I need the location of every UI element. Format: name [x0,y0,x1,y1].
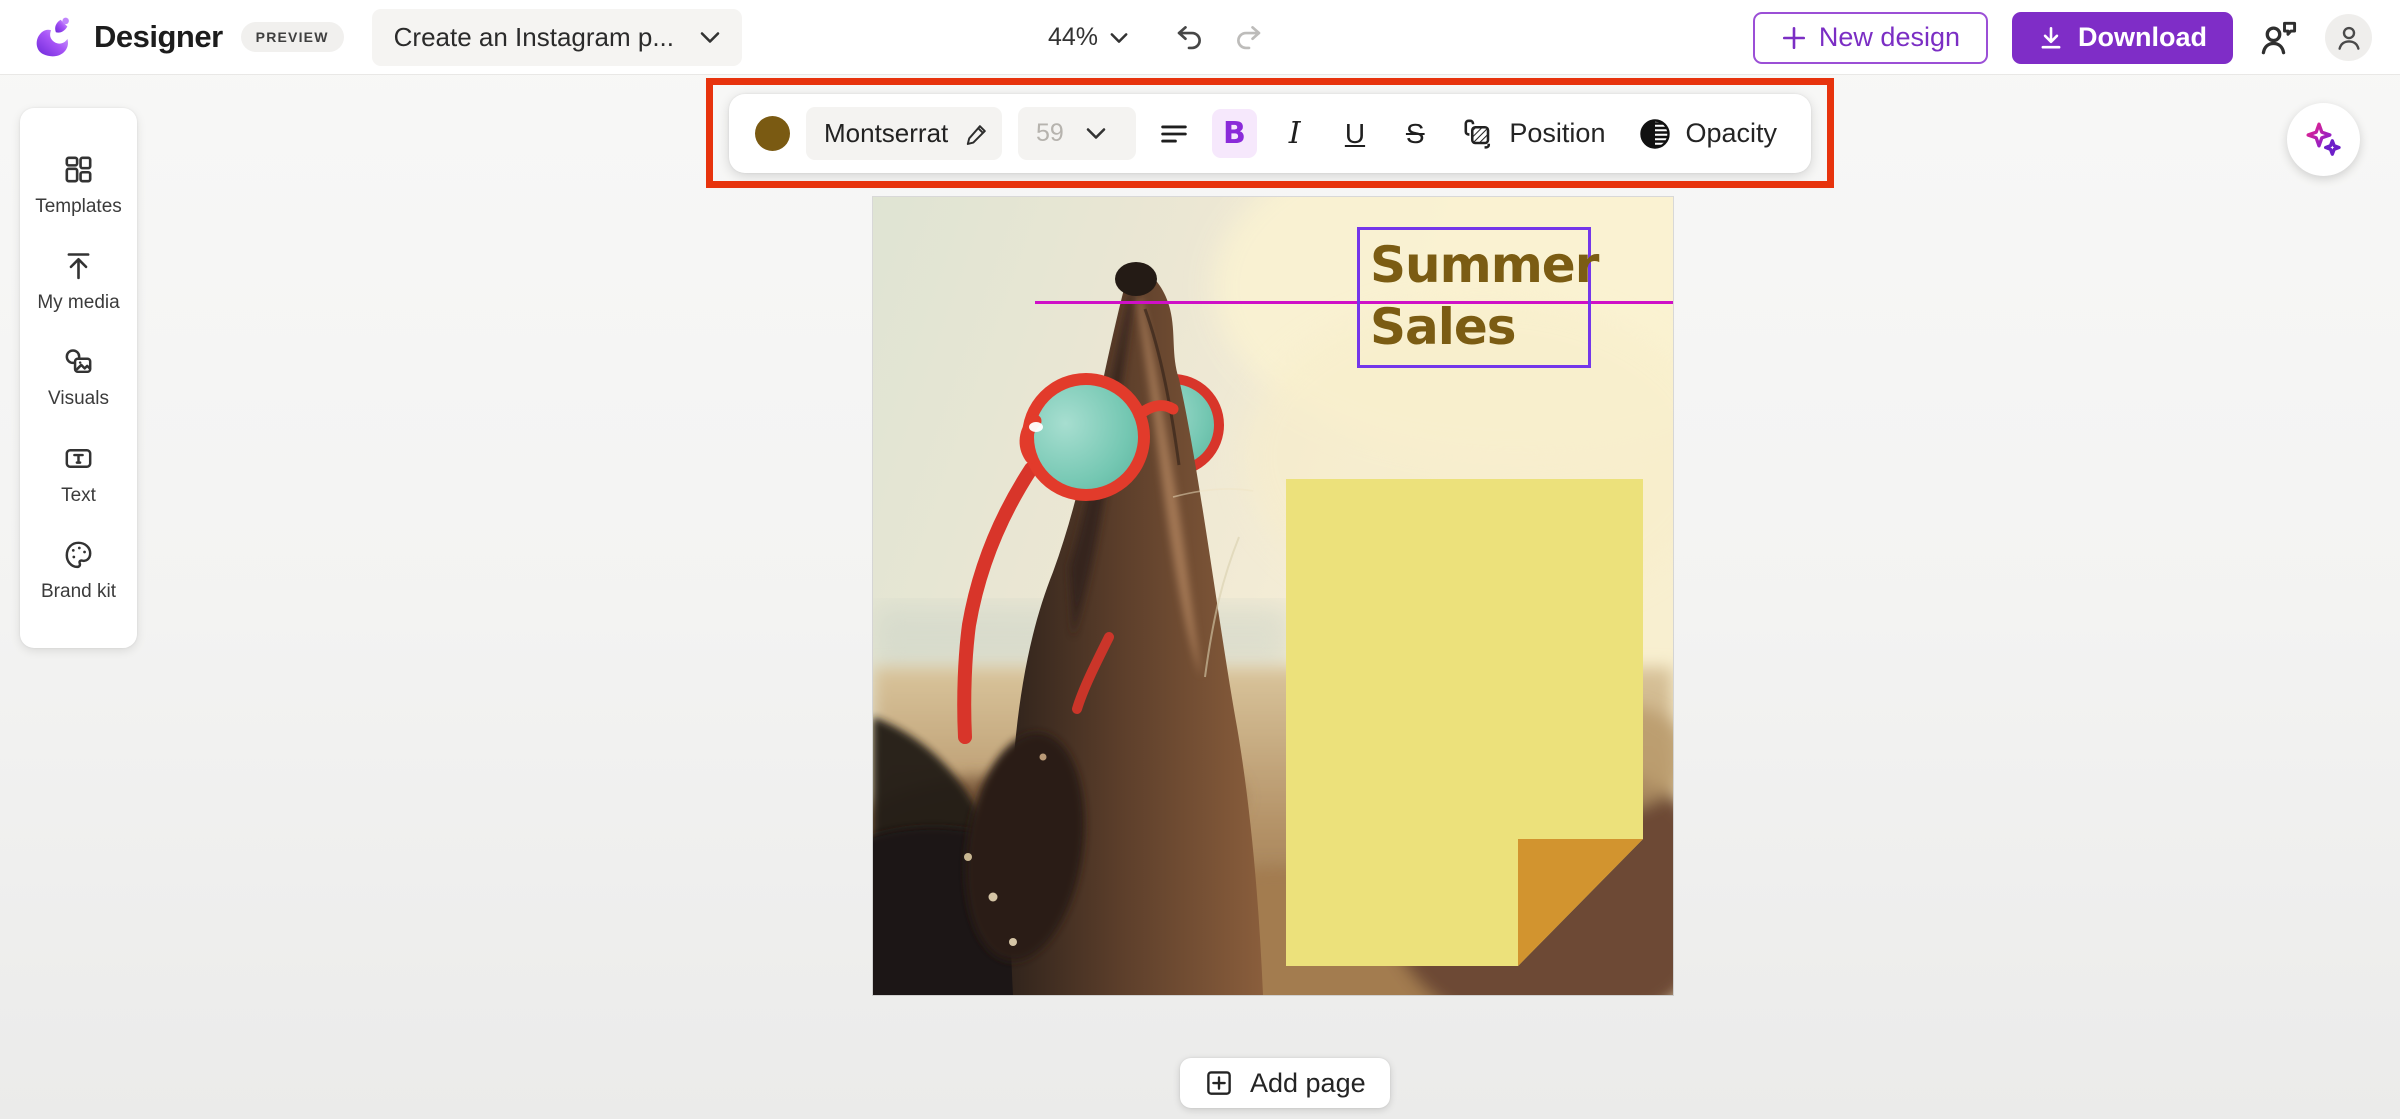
sidebar-item-text[interactable]: Text [20,442,137,507]
strikethrough-button[interactable]: S [1393,109,1437,158]
sidebar-item-my-media[interactable]: My media [20,249,137,314]
text-box-icon [62,442,95,475]
designer-logo-icon[interactable] [30,14,76,60]
new-design-button[interactable]: New design [1753,12,1988,64]
position-button[interactable]: Position [1453,116,1613,152]
chevron-down-icon [700,31,720,44]
opacity-icon [1637,116,1673,152]
undo-icon[interactable] [1172,21,1206,55]
redo-icon[interactable] [1232,21,1266,55]
palette-icon [62,538,95,571]
text-color-swatch[interactable] [755,116,790,151]
sidebar-item-visuals[interactable]: Visuals [20,345,137,410]
preview-badge: PREVIEW [241,22,344,52]
chevron-down-icon [1110,32,1128,44]
download-button[interactable]: Download [2012,12,2233,64]
italic-button[interactable]: I [1273,109,1317,158]
sidebar-item-templates[interactable]: Templates [20,153,137,218]
chevron-down-icon [1086,127,1106,140]
opacity-button[interactable]: Opacity [1629,116,1785,152]
font-family-value: Montserrat [824,118,948,149]
templates-grid-icon [62,153,95,186]
upload-icon [62,249,95,282]
left-sidebar: Templates My media Visuals [20,108,137,648]
sparkles-icon [2304,120,2344,160]
pencil-icon [964,121,990,147]
top-bar: Designer PREVIEW Create an Instagram p..… [0,0,2400,75]
image-icon [62,345,95,378]
zoom-control[interactable]: 44% [1048,23,1128,52]
sidebar-item-brand-kit[interactable]: Brand kit [20,538,137,603]
boxed-plus-icon [1204,1068,1234,1098]
zoom-level: 44% [1048,23,1098,52]
text-align-button[interactable] [1152,109,1196,158]
designer-app: Designer PREVIEW Create an Instagram p..… [0,0,2400,1119]
position-layers-icon [1461,116,1497,152]
underline-button[interactable]: U [1333,109,1377,158]
document-title: Create an Instagram p... [394,22,674,53]
add-page-button[interactable]: Add page [1180,1058,1390,1108]
download-icon [2038,25,2064,51]
font-size-picker[interactable]: 59 [1018,107,1136,160]
sticky-note-shape[interactable] [1286,479,1643,966]
app-title: Designer [94,19,223,55]
font-size-value: 59 [1036,119,1070,148]
person-icon [2334,23,2364,53]
design-canvas-page[interactable]: Summer Sales [873,197,1673,995]
bold-button[interactable]: B [1212,109,1256,158]
canvas-heading-line2: Sales [1370,298,1516,356]
document-title-dropdown[interactable]: Create an Instagram p... [372,9,742,66]
copilot-sparkle-button[interactable] [2287,103,2360,176]
canvas-heading-line1: Summer [1370,236,1598,294]
canvas-heading-text: Summer Sales [1370,234,1673,358]
selected-text-box[interactable]: Summer Sales [1357,227,1591,368]
account-avatar[interactable] [2325,14,2372,61]
feedback-icon[interactable] [2257,16,2301,60]
plus-icon [1781,25,1807,51]
font-family-picker[interactable]: Montserrat [806,107,1002,160]
text-format-toolbar: Montserrat 59 B I U S [729,94,1811,173]
align-left-icon [1157,117,1191,151]
